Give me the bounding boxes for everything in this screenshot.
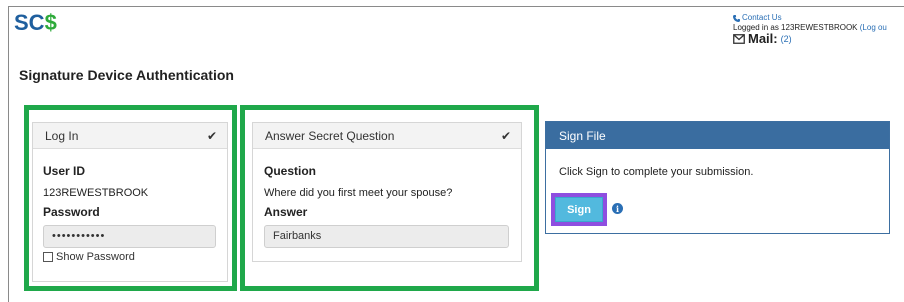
logo-dollar: $ [44, 10, 57, 35]
password-field[interactable]: ••••••••••• [43, 225, 216, 248]
mail-label: Mail: [748, 31, 778, 46]
checkmark-icon: ✔ [500, 128, 511, 143]
phone-icon [733, 14, 740, 22]
checkmark-icon: ✔ [206, 128, 217, 143]
sign-button[interactable]: Sign [555, 197, 603, 222]
answer-label: Answer [264, 205, 308, 219]
question-label: Question [264, 164, 317, 178]
contact-us-link[interactable]: Contact Us [733, 13, 887, 23]
question-panel-header: Answer Secret Question ✔ [253, 123, 521, 149]
user-id-label: User ID [43, 164, 86, 178]
envelope-icon [733, 34, 745, 44]
show-password-checkbox[interactable] [43, 252, 53, 262]
mail-link[interactable]: Mail: (2) [733, 31, 887, 46]
mail-count: (2) [780, 34, 792, 44]
user-id-value: 123REWESTBROOK [43, 187, 149, 199]
account-header: Contact Us Logged in as 123REWESTBROOK (… [733, 13, 887, 46]
show-password-label: Show Password [56, 251, 135, 263]
sign-file-header: Sign File [546, 122, 889, 149]
scs-logo[interactable]: SC$ [14, 10, 57, 36]
question-panel-title: Answer Secret Question [265, 128, 395, 143]
page-title: Signature Device Authentication [19, 67, 234, 83]
login-panel-header: Log In ✔ [33, 123, 227, 149]
answer-field[interactable]: Fairbanks [264, 225, 509, 248]
question-text: Where did you first meet your spouse? [264, 187, 453, 199]
info-icon[interactable]: i [612, 203, 623, 214]
login-panel-title: Log In [45, 128, 79, 143]
password-label: Password [43, 205, 100, 219]
sign-instruction: Click Sign to complete your submission. [559, 166, 754, 178]
contact-us-label: Contact Us [742, 13, 782, 22]
show-password-option[interactable]: Show Password [43, 251, 135, 263]
logo-text: SC [14, 10, 45, 35]
logout-link[interactable]: (Log ou [860, 23, 887, 32]
